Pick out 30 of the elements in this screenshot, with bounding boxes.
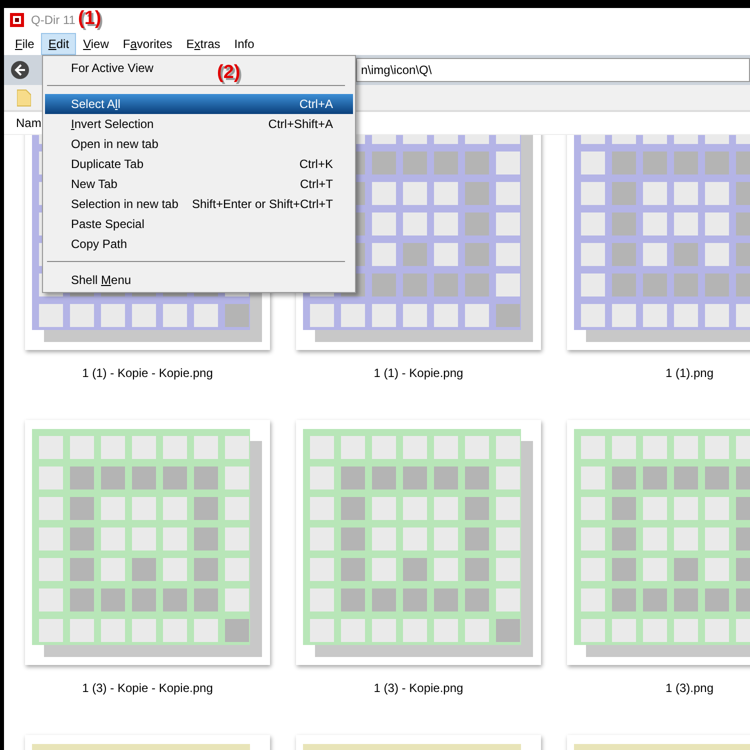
menu-item[interactable]: Extras	[179, 32, 228, 54]
menu-item[interactable]: File	[8, 32, 42, 54]
file-name: 1 (1) - Kopie.png	[374, 366, 464, 380]
menu-item[interactable]: Selection in new tab Shift+Enter or Shift+Ctrl+T	[45, 194, 353, 214]
menu-item[interactable]: Shell Menu	[45, 270, 353, 290]
menu-item[interactable]: Open in new tab	[45, 134, 353, 154]
window-title: Q-Dir 11	[31, 13, 76, 27]
menu-item[interactable]: Duplicate Tab Ctrl+K	[45, 154, 353, 174]
file-name: 1 (3) - Kopie.png	[374, 681, 464, 695]
menu-item[interactable]: Copy Path	[45, 234, 353, 254]
address-field[interactable]: n\img\icon\Q\	[356, 58, 750, 82]
folder-icon[interactable]	[17, 88, 31, 106]
file-name: 1 (3) - Kopie - Kopie.png	[82, 681, 213, 695]
menu-item[interactable]: View	[76, 32, 116, 54]
menu-item[interactable]: Paste Special	[45, 214, 353, 234]
app-icon	[9, 12, 25, 28]
file-name: 1 (3).png	[665, 681, 714, 695]
menu-item[interactable]: New Tab Ctrl+T	[45, 174, 353, 194]
annotation-label: (1)	[78, 8, 102, 30]
file-name: 1 (1) - Kopie - Kopie.png	[82, 366, 213, 380]
annotation-label: (2)	[217, 62, 240, 84]
menu-item[interactable]: Favorites	[116, 32, 180, 54]
menu-item[interactable]: Info	[227, 32, 262, 54]
menu-item[interactable]: Invert Selection Ctrl+Shift+A	[45, 114, 353, 134]
file-name: 1 (1).png	[665, 366, 714, 380]
menu-item[interactable]: Edit	[41, 32, 76, 54]
menu-header: For Active View	[70, 60, 154, 77]
menu-item[interactable]: Select All Ctrl+A	[45, 94, 353, 114]
back-icon[interactable]	[10, 60, 30, 80]
column-header[interactable]: Nam	[16, 116, 42, 130]
